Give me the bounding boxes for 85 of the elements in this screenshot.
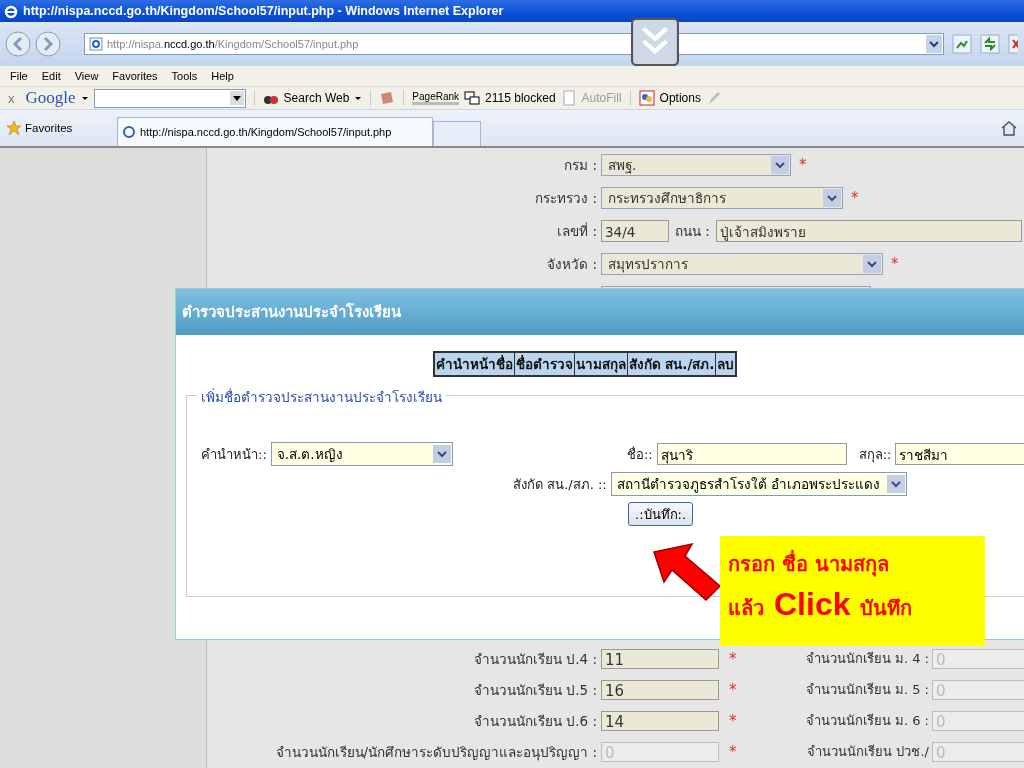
refresh-icon[interactable]	[980, 34, 1000, 54]
page-icon	[89, 37, 103, 51]
field-label: จังหวัด :	[546, 254, 597, 274]
menu-item[interactable]: Help	[211, 70, 234, 82]
window-title: http://nispa.nccd.go.th/Kingdom/School57/input.php - Windows Internet Explorer	[23, 4, 504, 18]
dropdown-icon[interactable]	[432, 445, 451, 463]
select-field[interactable]: สพฐ.	[601, 153, 791, 176]
required-mark: *	[729, 649, 737, 668]
field-label: จำนวนนักเรียน ป.4 :	[473, 649, 597, 669]
dropdown-icon[interactable]	[771, 155, 789, 174]
input-field[interactable]: 11	[601, 648, 719, 669]
input-field[interactable]: 16	[601, 679, 719, 700]
field-label: จำนวนนักเรียน ม. 6 :	[804, 712, 929, 730]
select-field[interactable]: สมุทรปราการ	[601, 252, 883, 275]
menu-item[interactable]: Tools	[171, 70, 198, 82]
dropdown-icon[interactable]	[926, 35, 942, 53]
input-field[interactable]: ปู่เจ้าสมิงพราย	[715, 219, 1022, 242]
column-header: คำนำหน้าชื่อ	[433, 352, 515, 376]
options-icon[interactable]	[638, 90, 655, 106]
column-header: นามสกุล	[574, 352, 628, 376]
select-field[interactable]: จ.ส.ต.หญิง	[270, 442, 453, 466]
caret-icon[interactable]	[354, 94, 363, 102]
required-mark: *	[891, 254, 899, 273]
field-label: กรม :	[563, 155, 597, 175]
field-label: ถนน :	[675, 221, 710, 241]
field-label: คำนำหน้า::	[201, 445, 267, 464]
dialog-title: ตำรวจประสานงานประจำโรงเรียน	[182, 302, 401, 323]
page-icon	[122, 125, 136, 139]
field-label: สังกัด สน./สภ. ::	[513, 475, 607, 494]
dropdown-icon[interactable]	[823, 188, 841, 207]
field-label: กระทรวง :	[534, 188, 597, 208]
dropdown-icon[interactable]	[229, 91, 244, 105]
required-mark: *	[729, 711, 737, 730]
column-header: ลบ	[715, 352, 737, 376]
options-button[interactable]: Options	[659, 91, 701, 105]
close-icon[interactable]	[1008, 34, 1018, 54]
field-label: จำนวนนักเรียน/นักศึกษาระดับปริญญาและอนุปริญญา :	[274, 742, 597, 763]
toolbar-close-button[interactable]: x	[8, 90, 15, 106]
toolbar-search-field[interactable]	[93, 88, 246, 108]
column-header: ชื่อตำรวจ	[514, 352, 575, 376]
required-mark: *	[851, 188, 859, 207]
url-text: http://nispa.nccd.go.th/Kingdom/School57/input.php	[107, 38, 360, 50]
menu-item[interactable]: Favorites	[112, 70, 158, 82]
select-field[interactable]: กระทรวงศึกษาธิการ	[601, 186, 843, 209]
field-label: สกุล::	[858, 445, 892, 465]
favorites-button[interactable]: Favorites	[25, 122, 95, 134]
home-icon[interactable]	[1000, 119, 1018, 137]
menu-item[interactable]: Edit	[41, 70, 61, 82]
pagerank-meter: PageRank	[412, 91, 460, 105]
dropdown-icon[interactable]	[863, 254, 881, 273]
caret-icon[interactable]	[80, 94, 89, 102]
column-header: สังกัด สน./สภ.	[627, 352, 716, 376]
scroll-down-icon[interactable]	[631, 18, 679, 66]
menu-item[interactable]: View	[74, 70, 99, 82]
field-label: จำนวนนักเรียน ป.5 :	[473, 680, 597, 700]
field-label: จำนวนนักเรียน ม. 5 :	[804, 681, 929, 699]
star-icon[interactable]	[6, 120, 22, 136]
callout-text: Click	[774, 586, 851, 623]
required-mark: *	[729, 742, 737, 761]
popup-windows-icon	[464, 90, 481, 106]
save-button[interactable]: .:บันทึก:.	[628, 502, 694, 526]
field-label: จำนวนนักเรียน ป.6 :	[473, 711, 597, 731]
arrow-icon	[652, 542, 722, 602]
callout-text: กรอก ชื่อ นามสกุล	[728, 549, 890, 579]
browser-tab[interactable]: http://nispa.nccd.go.th/Kingdom/School57/input.php	[117, 117, 433, 146]
address-field[interactable]: http://nispa.nccd.go.th/Kingdom/School57/input.php	[84, 33, 944, 55]
input-field[interactable]: 14	[601, 710, 719, 731]
input-field[interactable]: สุนาริ	[656, 443, 847, 465]
search-web-button[interactable]: Search Web	[283, 91, 350, 105]
field-label: จำนวนนักเรียน ม. 4 :	[804, 650, 929, 668]
callout-text: บันทึก	[860, 595, 913, 622]
callout-text: แล้ว	[728, 595, 764, 622]
field-label: จำนวนนักเรียน ปวช./	[806, 743, 929, 761]
browser-logo-icon	[3, 3, 19, 19]
field-label: เลขที่ :	[556, 221, 597, 241]
field-label: ชื่อ::	[626, 445, 653, 464]
required-mark: *	[799, 155, 807, 174]
toolbar-logo[interactable]: Google	[25, 88, 76, 108]
menu-item[interactable]: File	[10, 70, 28, 82]
input-field[interactable]: ราชสีมา	[895, 443, 1024, 465]
popup-blocker-button[interactable]: 2115 blocked	[485, 91, 556, 105]
required-mark: *	[729, 680, 737, 699]
input-field[interactable]: 34/4	[601, 219, 669, 242]
select-field[interactable]: สถานีตำรวจภูธรสำโรงใต้ อำเภอพระประแดง	[610, 472, 907, 496]
dropdown-icon[interactable]	[886, 475, 905, 493]
